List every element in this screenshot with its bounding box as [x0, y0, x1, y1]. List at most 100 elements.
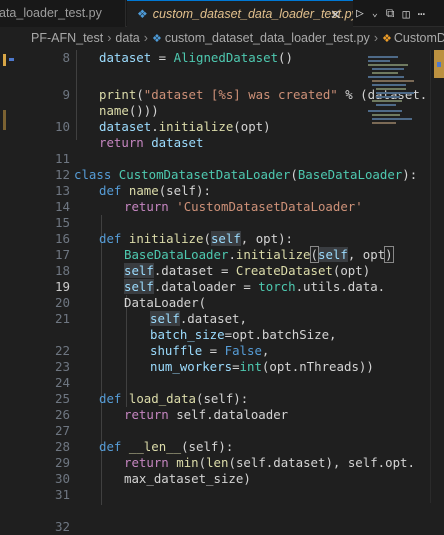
minimap-line [372, 122, 396, 124]
line-number: 18 [54, 263, 70, 278]
indent-guide [76, 50, 77, 140]
line-number: 11 [54, 151, 70, 166]
vertical-scrollbar[interactable] [430, 50, 444, 503]
line-number: 17 [54, 247, 70, 262]
minimap-line [372, 84, 406, 86]
code-line: num_workers=int(opt.nThreads)) [150, 359, 374, 374]
change-marker [9, 58, 14, 61]
line-number: 32 [54, 519, 70, 534]
minimap-line [372, 114, 400, 116]
minimap-line [376, 92, 414, 94]
line-number: 20 [54, 295, 70, 310]
open-changes-icon[interactable]: ⧉ [386, 6, 395, 21]
chevron-down-icon[interactable]: ⌄ [372, 8, 378, 19]
chevron-right-icon: › [107, 31, 112, 45]
breadcrumb-item-class[interactable]: CustomDatasetDataLoa [394, 31, 444, 45]
code-line: batch_size=opt.batchSize, [150, 327, 337, 342]
minimap-line [372, 68, 404, 70]
breadcrumb: PF-AFN_test › data › ❖ custom_dataset_data_lo… [0, 27, 444, 49]
change-marker [3, 54, 6, 66]
minimap-line [372, 80, 414, 82]
code-line: self.dataset, [150, 311, 247, 326]
code-line: DataLoader( [124, 295, 207, 310]
python-file-icon: ❖ [137, 7, 148, 21]
code-line: class CustomDatasetDataLoader(BaseDataLo… [74, 167, 418, 182]
chevron-right-icon: › [373, 31, 378, 45]
code-line: self.dataset = CreateDataset(opt) [124, 263, 371, 278]
more-actions-icon[interactable]: ⋯ [418, 7, 425, 21]
code-line: def __len__(self): [99, 439, 234, 454]
line-number: 13 [54, 183, 70, 198]
line-number: 10 [54, 119, 70, 134]
minimap-line [372, 100, 402, 102]
code-line: def name(self): [99, 183, 211, 198]
tab-label: custom_dataset_data_loader_test.py [152, 7, 353, 21]
line-number: 24 [54, 375, 70, 390]
code-line: shuffle = False, [150, 343, 270, 358]
breadcrumb-item-folder[interactable]: PF-AFN_test [31, 31, 103, 45]
code-line: dataset = AlignedDataset() [99, 50, 293, 65]
minimap[interactable] [364, 50, 430, 150]
minimap-line [368, 64, 408, 66]
line-number: 23 [54, 359, 70, 374]
code-line: def initialize(self, opt): [99, 231, 293, 246]
minimap-line [376, 96, 400, 98]
close-icon[interactable]: ✕ [330, 1, 341, 27]
line-number-active: 19 [54, 279, 70, 294]
python-file-icon: ❖ [151, 33, 162, 45]
code-line: def load_data(self): [99, 391, 249, 406]
activity-strip [0, 50, 18, 503]
line-number: 30 [54, 471, 70, 486]
tab-bar: ata_loader_test.py ❖ custom_dataset_data_… [0, 0, 444, 27]
indent-guide [101, 215, 102, 505]
play-icon[interactable]: ▷ [356, 6, 364, 21]
line-number: 16 [54, 231, 70, 246]
minimap-line [376, 104, 396, 106]
line-number: 29 [54, 455, 70, 470]
tab-custom-dataset-data-loader-test[interactable]: ❖custom_dataset_data_loader_test.py1 ✕ [127, 0, 353, 27]
split-editor-icon[interactable]: ◫ [402, 7, 409, 21]
code-line: name())) [99, 103, 159, 118]
line-number [18, 135, 70, 151]
line-number: 14 [54, 199, 70, 214]
minimap-line [376, 88, 406, 90]
line-number [18, 503, 70, 519]
tab-label: ata_loader_test.py [0, 6, 102, 20]
editor-actions: ▷ ⌄ ⧉ ◫ ⋯ [356, 0, 425, 27]
code-line: return self.dataloader [124, 407, 289, 422]
code-line: return min(len(self.dataset), self.opt. [124, 455, 415, 470]
line-number: 12 [54, 167, 70, 182]
code-line: self.dataloader = torch.utils.data. [124, 279, 386, 294]
scrollbar-cursor-marker [437, 62, 441, 67]
line-number: 26 [54, 407, 70, 422]
line-number-gutter: 8 9 10 11 12 13 14 15 16 17 18 19 20 21 … [18, 50, 70, 534]
code-line: return dataset [99, 135, 204, 150]
minimap-line [372, 72, 398, 74]
change-marker [3, 110, 6, 130]
line-number: 22 [54, 343, 70, 358]
code-line: dataset.initialize(opt) [99, 119, 271, 134]
code-line: return 'CustomDatasetDataLoader' [124, 199, 363, 214]
minimap-line [368, 110, 402, 112]
minimap-line [368, 56, 398, 58]
line-number: 21 [54, 311, 70, 326]
code-line: max_dataset_size) [124, 471, 251, 486]
minimap-line [368, 60, 390, 62]
line-number: 27 [54, 423, 70, 438]
line-number: 9 [62, 87, 70, 102]
line-number: 28 [54, 439, 70, 454]
line-number: 8 [62, 50, 70, 65]
tab-data-loader-test[interactable]: ata_loader_test.py [0, 0, 126, 27]
line-number: 31 [54, 487, 70, 502]
breadcrumb-item-file[interactable]: custom_dataset_data_loader_test.py [165, 31, 370, 45]
line-number: 15 [54, 215, 70, 230]
chevron-right-icon: › [143, 31, 148, 45]
minimap-line [372, 118, 412, 120]
class-symbol-icon: ❖ [381, 33, 392, 45]
line-number: 25 [54, 391, 70, 406]
line-number [18, 327, 70, 343]
minimap-line [368, 76, 404, 78]
code-line-active: BaseDataLoader.initialize(self, opt) [124, 246, 394, 263]
code-editor[interactable]: dataset = AlignedDataset() print("datase… [74, 50, 427, 505]
breadcrumb-item-data[interactable]: data [115, 31, 139, 45]
